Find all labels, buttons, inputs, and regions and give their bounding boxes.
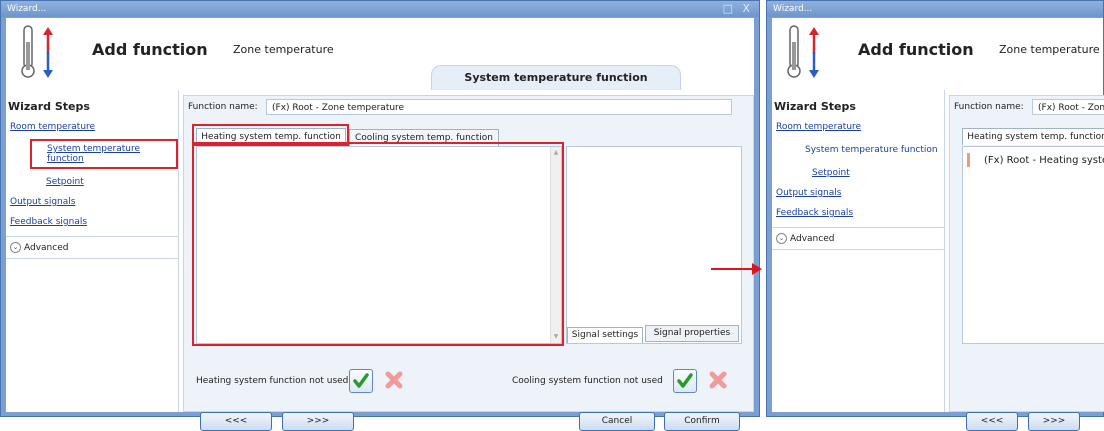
wizard-window-result: Wizard... Add function Zone temperature …: [766, 0, 1104, 431]
function-list[interactable]: (Fx) Root - Heating syste: [962, 146, 1104, 344]
list-item[interactable]: (Fx) Root - Heating syste: [967, 153, 1104, 167]
title-bar: Wizard... □ X: [1, 1, 759, 17]
chevron-down-icon: ⌄: [776, 233, 787, 244]
function-list[interactable]: ▲ ▼: [196, 146, 562, 344]
function-name-label: Function name:: [188, 102, 258, 112]
prev-button[interactable]: <<<: [966, 412, 1018, 431]
checkmark-icon: [353, 373, 369, 388]
function-name-label: Function name:: [954, 102, 1024, 112]
x-icon: [709, 371, 727, 389]
sidebar-heading: Wizard Steps: [774, 100, 856, 113]
function-name-input[interactable]: (Fx) Root - Zone temperature: [266, 99, 732, 115]
page-title: Add function: [858, 40, 974, 59]
arrow-head-icon: [752, 263, 762, 275]
tab-signal-properties[interactable]: Signal properties: [645, 325, 739, 342]
cooling-cancel-button[interactable]: [707, 369, 729, 391]
list-item-label: (Fx) Root - Heating syste: [984, 155, 1104, 166]
tab-heating[interactable]: Heating system temp. function: [196, 128, 346, 145]
heating-cancel-button[interactable]: [383, 369, 405, 391]
chevron-down-icon: ⌄: [10, 242, 21, 253]
sidebar-item-output-signals[interactable]: Output signals: [6, 194, 178, 214]
scroll-down-icon[interactable]: ▼: [552, 333, 560, 341]
prev-button[interactable]: <<<: [200, 412, 272, 431]
tab-cooling[interactable]: Cooling system temp. function: [349, 129, 499, 146]
signal-panel: Signal settings Signal properties: [566, 146, 742, 344]
page-subtitle: Zone temperature: [233, 43, 334, 56]
heating-confirm-button[interactable]: [349, 369, 373, 393]
sidebar-item-room-temperature[interactable]: Room temperature: [6, 119, 178, 139]
wizard-window: Wizard... □ X Add function Zone temperat…: [0, 0, 760, 431]
page-subtitle: Zone temperature: [999, 43, 1100, 56]
advanced-toggle[interactable]: ⌄ Advanced: [6, 236, 178, 259]
main-panel: Function name: (Fx) Root - Zone t Heatin…: [949, 95, 1104, 431]
cooling-not-used-label: Cooling system function not used: [512, 376, 663, 386]
thermometer-small-icon: [967, 153, 978, 167]
title-bar: Wizard...: [767, 1, 1103, 17]
window-controls[interactable]: □ X: [723, 1, 753, 17]
sidebar-item-system-temperature-function[interactable]: System temperature function: [772, 139, 944, 162]
next-button[interactable]: >>>: [282, 412, 354, 431]
scroll-up-icon[interactable]: ▲: [552, 149, 560, 157]
advanced-label: Advanced: [24, 243, 69, 253]
page-title: Add function: [92, 40, 208, 59]
step-tab: System temperature function: [431, 65, 681, 90]
sidebar-item-system-temperature-function[interactable]: System temperature function: [30, 139, 178, 169]
thermometer-icon: [787, 25, 819, 78]
tab-heating[interactable]: Heating system temp. function: [962, 128, 1104, 145]
next-button[interactable]: >>>: [1028, 412, 1080, 431]
transition-arrow: [711, 268, 755, 270]
function-name-input[interactable]: (Fx) Root - Zone t: [1032, 99, 1104, 115]
wizard-header: Add function Zone temperature: [772, 18, 1103, 88]
advanced-label: Advanced: [790, 234, 835, 244]
confirm-button[interactable]: Confirm: [664, 412, 740, 431]
thermometer-icon: [21, 25, 53, 78]
sidebar-item-room-temperature[interactable]: Room temperature: [772, 119, 944, 139]
wizard-header: Add function Zone temperature System tem…: [6, 18, 754, 90]
wizard-steps-sidebar: Wizard Steps Room temperature System tem…: [772, 90, 945, 412]
cooling-confirm-button[interactable]: [673, 369, 697, 393]
cancel-button[interactable]: Cancel: [579, 412, 655, 431]
wizard-steps-sidebar: Wizard Steps Room temperature System tem…: [6, 90, 179, 412]
window-title: Wizard...: [7, 4, 47, 14]
sidebar-heading: Wizard Steps: [8, 100, 90, 113]
scrollbar[interactable]: ▲ ▼: [550, 147, 561, 343]
main-panel: Function name: (Fx) Root - Zone temperat…: [183, 95, 754, 431]
checkmark-icon: [677, 373, 693, 388]
sidebar-item-setpoint[interactable]: Setpoint: [6, 169, 178, 194]
x-icon: [385, 371, 403, 389]
advanced-toggle[interactable]: ⌄ Advanced: [772, 227, 944, 250]
window-title: Wizard...: [773, 4, 813, 14]
heating-not-used-label: Heating system function not used: [196, 376, 349, 386]
sidebar-item-setpoint[interactable]: Setpoint: [772, 162, 944, 185]
tab-signal-settings[interactable]: Signal settings: [567, 327, 643, 343]
sidebar-item-feedback-signals[interactable]: Feedback signals: [6, 214, 178, 234]
sidebar-item-output-signals[interactable]: Output signals: [772, 185, 944, 205]
sidebar-item-feedback-signals[interactable]: Feedback signals: [772, 205, 944, 225]
